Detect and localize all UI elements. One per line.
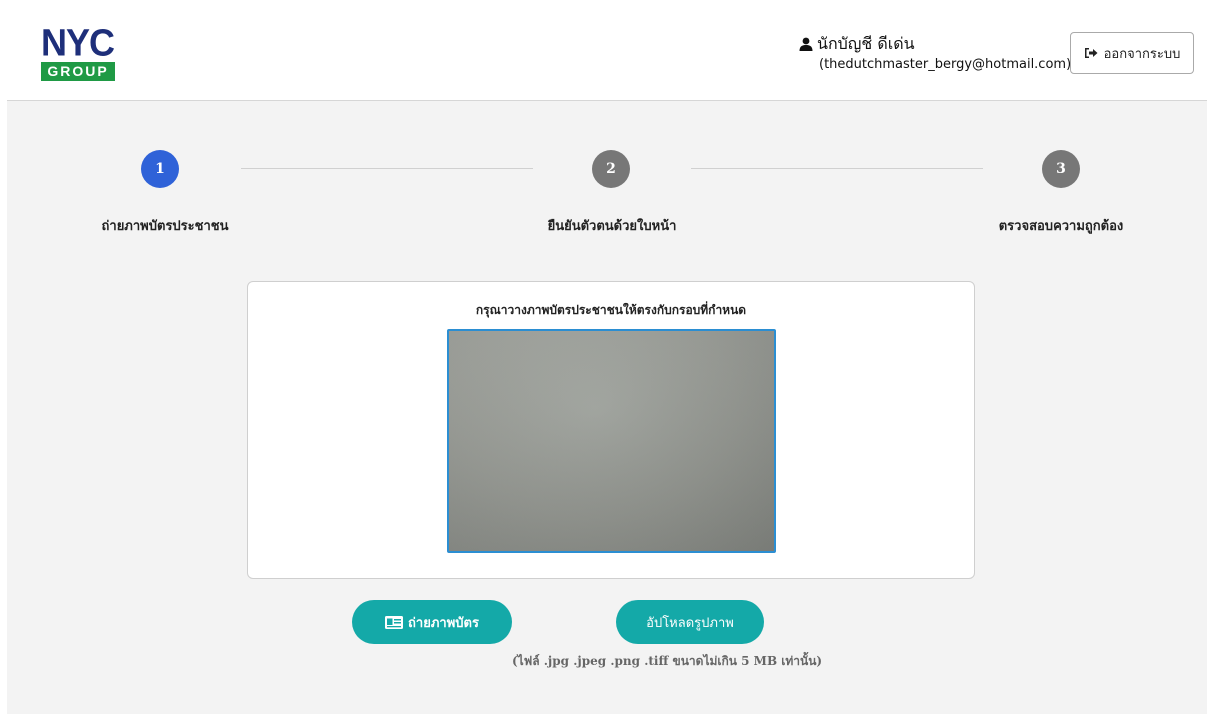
user-info: นักบัญชี ดีเด่น (thedutchmaster_bergy@ho…: [797, 33, 1071, 78]
step-connector-1-2: [241, 168, 533, 169]
user-icon: [799, 37, 813, 51]
step-3-label: ตรวจสอบความถูกต้อง: [998, 219, 1124, 234]
sign-out-icon: [1084, 48, 1098, 58]
logout-label: ออกจากระบบ: [1103, 45, 1181, 61]
logo-text-nyc: NYC: [41, 20, 115, 64]
logo-text-group: GROUP: [41, 62, 115, 81]
camera-preview-frame: [447, 329, 776, 553]
progress-stepper: 1 2 3 ถ่ายภาพบัตรประชาชน ยืนยันตัวตนด้วย…: [7, 145, 1207, 245]
capture-id-card-button[interactable]: ถ่ายภาพบัตร: [352, 600, 512, 644]
id-card-icon: [385, 615, 404, 629]
capture-instruction: กรุณาวางภาพบัตรประชาชนให้ตรงกับกรอบที่กำ…: [475, 303, 747, 317]
capture-button-label: ถ่ายภาพบัตร: [408, 614, 479, 630]
step-1-label: ถ่ายภาพบัตรประชาชน: [101, 219, 229, 234]
upload-image-button[interactable]: อัปโหลดรูปภาพ: [616, 600, 764, 644]
step-3-indicator: 3: [1042, 150, 1080, 188]
nyc-group-logo[interactable]: NYC GROUP: [41, 20, 115, 81]
step-connector-2-3: [691, 168, 983, 169]
file-requirements-note: (ไฟล์ .jpg .jpeg .png .tiff ขนาดไม่เกิน …: [512, 654, 823, 668]
step-2-indicator: 2: [592, 150, 630, 188]
id-card-capture-panel: กรุณาวางภาพบัตรประชาชนให้ตรงกับกรอบที่กำ…: [247, 281, 975, 579]
user-name: นักบัญชี ดีเด่น: [817, 33, 915, 53]
user-email: (thedutchmaster_bergy@hotmail.com): [819, 57, 1072, 72]
upload-button-label: อัปโหลดรูปภาพ: [646, 614, 734, 630]
step-2-label: ยืนยันตัวตนด้วยใบหน้า: [547, 219, 677, 234]
logout-button[interactable]: ออกจากระบบ: [1070, 32, 1194, 74]
top-bar: NYC GROUP นักบัญชี ดีเด่น (thedutchmaste…: [7, 5, 1207, 101]
step-1-indicator: 1: [141, 150, 179, 188]
user-name-row: นักบัญชี ดีเด่น: [799, 33, 915, 55]
page-background: NYC GROUP นักบัญชี ดีเด่น (thedutchmaste…: [7, 5, 1207, 714]
